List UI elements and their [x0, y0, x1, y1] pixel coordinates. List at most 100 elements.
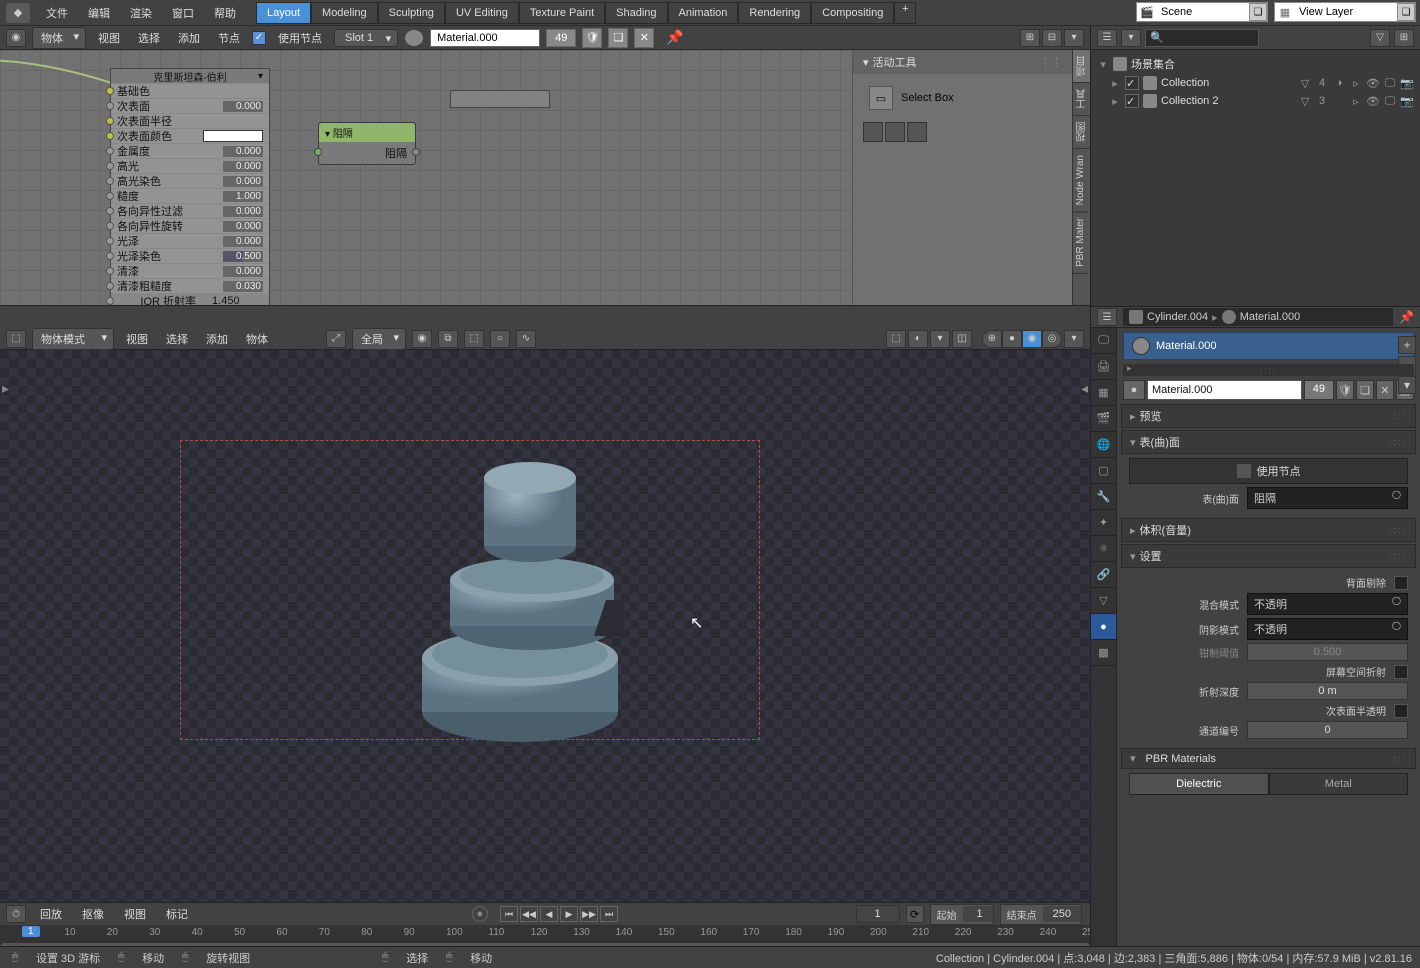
material-name-input[interactable]: [430, 29, 540, 47]
tab-modifier[interactable]: 🔧: [1091, 484, 1116, 510]
properties-editor-type[interactable]: ☰: [1097, 308, 1117, 326]
pbr-tab-metal[interactable]: Metal: [1269, 773, 1409, 795]
prop-metallic[interactable]: 金属度0.000: [111, 144, 269, 159]
overlays-button[interactable]: ◐: [908, 330, 928, 348]
pin-icon[interactable]: 📌: [1399, 310, 1414, 324]
sss-checkbox[interactable]: [1394, 704, 1408, 718]
sidebar-toggle[interactable]: ◂: [1081, 380, 1088, 397]
vp-menu-object[interactable]: 物体: [240, 331, 274, 347]
menu-render[interactable]: 渲染: [120, 5, 162, 21]
surface-shader-select[interactable]: 阻隔: [1247, 487, 1408, 509]
prop-specular-tint[interactable]: 高光染色0.000: [111, 174, 269, 189]
panel-surface[interactable]: 表(曲)面::::: [1121, 430, 1416, 454]
panel-pbr[interactable]: PBR Materials::::: [1121, 748, 1416, 769]
clip-threshold-input[interactable]: 0.500: [1247, 643, 1408, 661]
timeline-editor-type[interactable]: ⏱: [6, 905, 26, 923]
prop-aniso-rot[interactable]: 各向异性旋转0.000: [111, 219, 269, 234]
tl-menu-playback[interactable]: 回放: [34, 906, 68, 922]
new-viewlayer-button[interactable]: ❏: [1397, 3, 1415, 21]
fake-user-button[interactable]: 🛡: [582, 28, 602, 48]
vtab-tool[interactable]: 工具: [1073, 83, 1090, 116]
pivot-button[interactable]: ◉: [412, 330, 432, 348]
editor-type-button[interactable]: ◉: [6, 29, 26, 47]
new-scene-button[interactable]: ❏: [1249, 3, 1267, 21]
new-material-button[interactable]: ❏: [608, 28, 628, 48]
material-users[interactable]: 49: [1304, 380, 1334, 400]
principled-bsdf-node[interactable]: 克里斯坦森-伯利 基础色 次表面0.000 次表面半径 次表面颜色 金属度0.0…: [110, 68, 270, 306]
shader-type-dropdown[interactable]: 物体: [32, 27, 86, 49]
refr-depth-input[interactable]: 0 m: [1247, 682, 1408, 700]
play-reverse-button[interactable]: ◀: [540, 906, 558, 922]
selectable-icon[interactable]: ▹: [1349, 77, 1363, 90]
panel-volume[interactable]: 体积(音量)::::: [1121, 518, 1416, 542]
ne-overlay-button[interactable]: ⊞: [1020, 29, 1040, 47]
menu-window[interactable]: 窗口: [162, 5, 204, 21]
prop-base-color[interactable]: 基础色: [111, 84, 269, 99]
menu-help[interactable]: 帮助: [204, 5, 246, 21]
render-icon[interactable]: 📷: [1400, 95, 1414, 108]
tab-data[interactable]: ▽: [1091, 588, 1116, 614]
orientation-dropdown[interactable]: 全局: [352, 328, 406, 350]
menu-file[interactable]: 文件: [36, 5, 78, 21]
tab-physics[interactable]: ⚛: [1091, 536, 1116, 562]
workspace-tab-sculpting[interactable]: Sculpting: [378, 2, 445, 24]
exclude-icon[interactable]: ◑: [1332, 77, 1346, 90]
snap-button[interactable]: ⧉: [438, 330, 458, 348]
blend-mode-select[interactable]: 不透明: [1247, 593, 1408, 615]
play-button[interactable]: ▶: [560, 906, 578, 922]
pass-index-input[interactable]: 0: [1247, 721, 1408, 739]
current-frame-input[interactable]: 1: [856, 905, 900, 923]
render-icon[interactable]: 📷: [1400, 77, 1414, 90]
fake-user-btn[interactable]: 🛡: [1336, 380, 1354, 400]
breadcrumb[interactable]: Cylinder.004 ▸ Material.000: [1123, 308, 1393, 326]
gizmo-button[interactable]: ⬚: [886, 330, 906, 348]
ne-menu-add[interactable]: 添加: [172, 30, 206, 46]
panel-preview[interactable]: 预览::::: [1121, 404, 1416, 428]
frame-start[interactable]: 起始1: [930, 904, 994, 925]
jump-start-button[interactable]: ⏮: [500, 906, 518, 922]
selectable-icon[interactable]: ▹: [1349, 95, 1363, 108]
mesh-object[interactable]: [410, 440, 660, 750]
unlink-mat-btn[interactable]: ✕: [1376, 380, 1394, 400]
jump-next-button[interactable]: ▶▶: [580, 906, 598, 922]
use-nodes-checkbox[interactable]: ✓: [252, 31, 266, 45]
workspace-tab-animation[interactable]: Animation: [668, 2, 739, 24]
shading-rendered[interactable]: ◎: [1042, 330, 1062, 348]
add-slot-button[interactable]: +: [1398, 336, 1416, 354]
collection-checkbox[interactable]: ✓: [1125, 76, 1139, 90]
vtab-pbr[interactable]: PBR Mater: [1073, 212, 1088, 274]
shading-wireframe[interactable]: ⊕: [982, 330, 1002, 348]
shadow-mode-select[interactable]: 不透明: [1247, 618, 1408, 640]
material-slot-item[interactable]: Material.000: [1123, 332, 1414, 360]
sync-button[interactable]: ⟳: [906, 905, 924, 923]
workspace-tab-compositing[interactable]: Compositing: [811, 2, 894, 24]
backface-checkbox[interactable]: [1394, 576, 1408, 590]
workspace-tab-layout[interactable]: Layout: [256, 2, 311, 24]
disable-icon[interactable]: 🖵: [1383, 77, 1397, 90]
pbr-tab-dielectric[interactable]: Dielectric: [1129, 773, 1269, 795]
ne-menu-view[interactable]: 视图: [92, 30, 126, 46]
scene-selector[interactable]: 🎬 ❏: [1136, 2, 1268, 22]
view-layer-selector[interactable]: ▦ ❏: [1274, 2, 1416, 22]
proportional-type-button[interactable]: ∿: [516, 330, 536, 348]
frame-end[interactable]: 结束点250: [1000, 904, 1082, 925]
shading-lookdev[interactable]: ◉: [1022, 330, 1042, 348]
overlay-opt-1[interactable]: [863, 122, 883, 142]
slot-specials-button[interactable]: ▾: [1398, 376, 1416, 394]
material-slot-dropdown[interactable]: Slot 1: [334, 29, 398, 47]
active-tool-panel-header[interactable]: 活动工具⋮⋮: [853, 50, 1072, 74]
prop-roughness[interactable]: 糙度1.000: [111, 189, 269, 204]
unlink-material-button[interactable]: ✕: [634, 28, 654, 48]
disable-icon[interactable]: 🖵: [1383, 95, 1397, 108]
prop-clearcoat-rough[interactable]: 清漆粗糙度0.030: [111, 279, 269, 294]
vtab-nodewrangler[interactable]: Node Wran: [1073, 149, 1088, 212]
prop-anisotropic[interactable]: 各向异性过滤0.000: [111, 204, 269, 219]
scene-name-input[interactable]: [1157, 6, 1247, 18]
menu-edit[interactable]: 编辑: [78, 5, 120, 21]
material-user-count[interactable]: 49: [546, 29, 576, 47]
collection-checkbox[interactable]: ✓: [1125, 94, 1139, 108]
vtab-item[interactable]: 项目: [1073, 50, 1090, 83]
orientation-icon[interactable]: ⤢: [326, 330, 346, 348]
add-workspace-button[interactable]: +: [894, 2, 916, 24]
vp-menu-select[interactable]: 选择: [160, 331, 194, 347]
